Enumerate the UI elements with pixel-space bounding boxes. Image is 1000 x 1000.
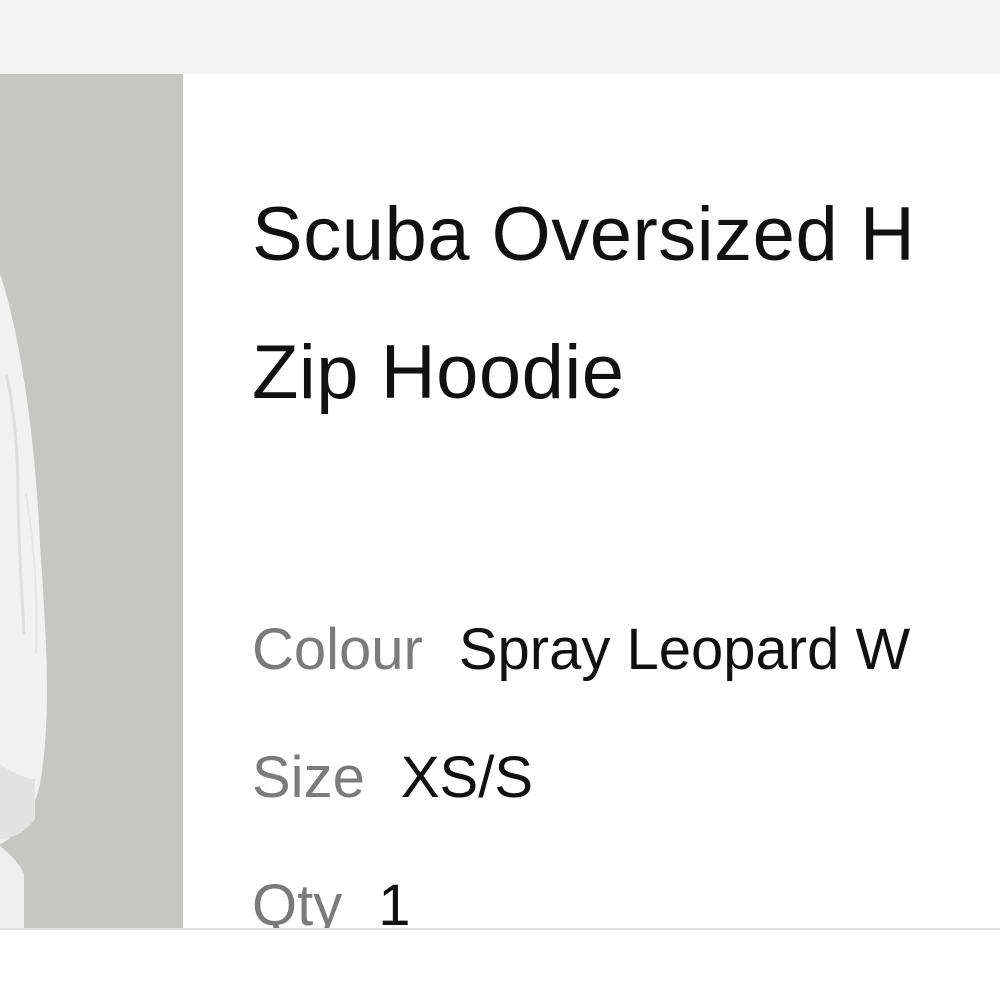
colour-row: Colour Spray Leopard W xyxy=(252,618,910,682)
size-label: Size xyxy=(252,745,365,810)
top-band xyxy=(0,0,1000,74)
cart-item-screen: Scuba Oversized H Zip Hoodie Colour Spray… xyxy=(0,0,1000,1000)
cart-item-card: Scuba Oversized H Zip Hoodie Colour Spray… xyxy=(0,74,1000,930)
size-row: Size XS/S xyxy=(252,746,533,810)
colour-label: Colour xyxy=(252,617,423,682)
product-title[interactable]: Scuba Oversized H Zip Hoodie xyxy=(252,166,915,442)
size-value: XS/S xyxy=(400,745,533,810)
bottom-band xyxy=(0,930,1000,1000)
product-photo-icon xyxy=(0,74,183,930)
quantity-label: Qty xyxy=(252,873,343,931)
quantity-value: 1 xyxy=(378,873,411,931)
product-title-line-1: Scuba Oversized H xyxy=(252,192,916,277)
product-thumbnail[interactable] xyxy=(0,74,183,930)
quantity-row: Qty 1 xyxy=(252,873,411,931)
colour-value: Spray Leopard W xyxy=(458,617,911,682)
product-title-line-2: Zip Hoodie xyxy=(252,330,625,415)
product-details: Scuba Oversized H Zip Hoodie Colour Spray… xyxy=(252,74,1000,930)
